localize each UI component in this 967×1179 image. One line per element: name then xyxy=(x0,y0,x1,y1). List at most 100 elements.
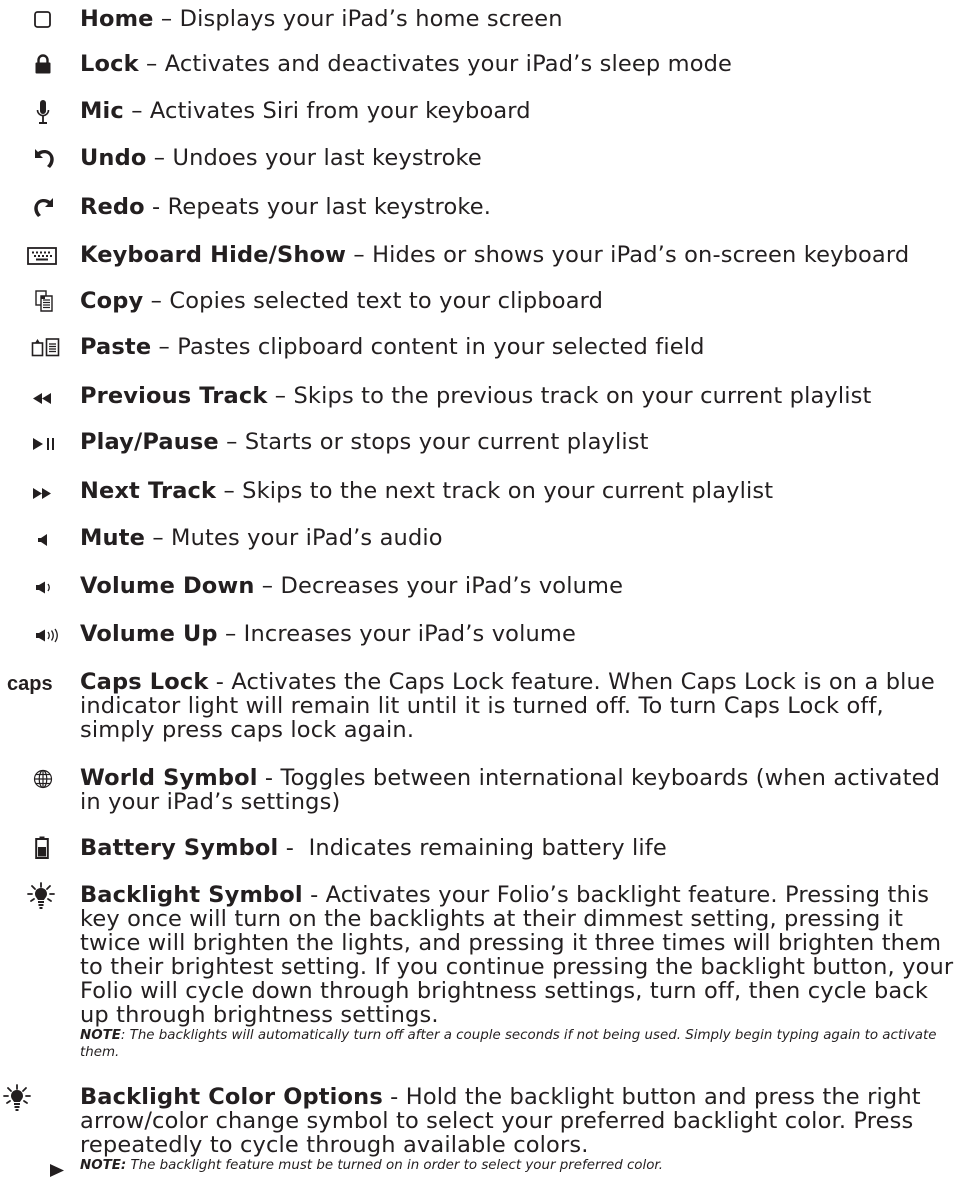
item-separator: – xyxy=(151,334,178,360)
item-text: Mic – Activates Siri from your keyboard xyxy=(80,99,963,123)
globe-icon xyxy=(33,769,53,789)
lock-icon xyxy=(35,54,51,74)
item-text: Keyboard Hide/Show – Hides or shows your… xyxy=(80,243,963,267)
note-text: The backlight feature must be turned on … xyxy=(126,1158,663,1173)
list-item-world-symbol: World Symbol - Toggles between internati… xyxy=(0,766,967,814)
keyboard-icon xyxy=(27,247,57,265)
list-item-volume-up: Volume Up – Increases your iPad’s volume xyxy=(0,622,967,646)
note: NOTE: The backlights will automatically … xyxy=(80,1027,963,1061)
item-name: Previous Track xyxy=(80,383,268,409)
item-name: Home xyxy=(80,6,154,32)
next-track-icon xyxy=(33,488,51,499)
list-item-home: Home – Displays your iPad’s home screen xyxy=(0,7,967,31)
item-separator: – xyxy=(217,621,244,647)
item-description: Mutes your iPad’s audio xyxy=(171,525,443,551)
item-name: Backlight Color Options xyxy=(80,1084,383,1110)
list-item-next-track: Next Track – Skips to the next track on … xyxy=(0,479,967,503)
list-item-battery-symbol: Battery Symbol - Indicates remaining bat… xyxy=(0,836,967,860)
list-item-mute: Mute – Mutes your iPad’s audio xyxy=(0,526,967,550)
item-separator: - xyxy=(208,669,232,695)
item-separator: – xyxy=(153,6,180,32)
item-name: World Symbol xyxy=(80,765,258,791)
note-label: NOTE: xyxy=(80,1158,127,1173)
item-text: Paste – Pastes clipboard content in your… xyxy=(80,335,963,359)
item-text: Battery Symbol - Indicates remaining bat… xyxy=(80,836,963,860)
item-name: Next Track xyxy=(80,478,217,504)
backlight-color-icon xyxy=(3,1084,31,1112)
list-item-paste: Paste – Pastes clipboard content in your… xyxy=(0,335,967,359)
item-description: Undoes your last keystroke xyxy=(172,145,482,171)
item-text: Undo – Undoes your last keystroke xyxy=(80,146,963,170)
list-item-undo: Undo – Undoes your last keystroke xyxy=(0,146,967,170)
item-separator: - xyxy=(278,835,309,861)
list-item-keyboard: Keyboard Hide/Show – Hides or shows your… xyxy=(0,243,967,267)
item-separator: – xyxy=(216,478,243,504)
item-text: Mute – Mutes your iPad’s audio xyxy=(80,526,963,550)
item-description: Displays your iPad’s home screen xyxy=(179,6,563,32)
item-name: Play/Pause xyxy=(80,429,219,455)
battery-icon xyxy=(35,836,49,859)
item-text: Play/Pause – Starts or stops your curren… xyxy=(80,430,963,454)
item-separator: – xyxy=(143,288,170,314)
item-separator: - xyxy=(144,194,168,220)
item-description: Increases your iPad’s volume xyxy=(243,621,576,647)
item-name: Battery Symbol xyxy=(80,835,279,861)
item-text: Previous Track – Skips to the previous t… xyxy=(80,384,963,408)
item-text: Volume Down – Decreases your iPad’s volu… xyxy=(80,574,963,598)
volume-up-icon xyxy=(36,628,60,643)
list-item-previous-track: Previous Track – Skips to the previous t… xyxy=(0,384,967,408)
item-name: Backlight Symbol xyxy=(80,882,303,908)
item-description: Indicates remaining battery life xyxy=(308,835,667,861)
item-separator: – xyxy=(267,383,294,409)
item-text: Backlight Symbol - Activates your Folio’… xyxy=(80,883,963,1061)
mute-icon xyxy=(38,534,48,546)
item-text: World Symbol - Toggles between internati… xyxy=(80,766,963,814)
item-name: Paste xyxy=(80,334,152,360)
item-separator: – xyxy=(146,145,173,171)
copy-icon xyxy=(35,290,53,312)
item-description: Skips to the previous track on your curr… xyxy=(293,383,872,409)
note: NOTE: The backlight feature must be turn… xyxy=(80,1157,963,1174)
item-name: Mic xyxy=(80,98,124,124)
note-text: : The backlights will automatically turn… xyxy=(80,1028,937,1060)
item-name: Caps Lock xyxy=(80,669,209,695)
item-description: Starts or stops your current playlist xyxy=(244,429,649,455)
item-name: Redo xyxy=(80,194,145,220)
item-description: Hides or shows your iPad’s on-screen key… xyxy=(372,242,910,268)
list-item-volume-down: Volume Down – Decreases your iPad’s volu… xyxy=(0,574,967,598)
item-description: Activates and deactivates your iPad’s sl… xyxy=(164,51,733,77)
item-text: Copy – Copies selected text to your clip… xyxy=(80,289,963,313)
item-description: Skips to the next track on your current … xyxy=(242,478,774,504)
item-name: Volume Up xyxy=(80,621,218,647)
item-separator: - xyxy=(382,1084,406,1110)
item-text: Backlight Color Options - Hold the backl… xyxy=(80,1085,963,1174)
item-separator: – xyxy=(254,573,281,599)
item-description: Decreases your iPad’s volume xyxy=(280,573,624,599)
item-separator: – xyxy=(346,242,373,268)
list-item-play-pause: Play/Pause – Starts or stops your curren… xyxy=(0,430,967,454)
item-separator: – xyxy=(218,429,245,455)
paste-icon xyxy=(31,337,61,357)
item-name: Volume Down xyxy=(80,573,255,599)
item-text: Caps Lock - Activates the Caps Lock feat… xyxy=(80,670,963,742)
item-description: Pastes clipboard content in your selecte… xyxy=(177,334,705,360)
volume-down-icon xyxy=(36,581,52,594)
play-pause-icon xyxy=(33,438,55,450)
item-description: Activates Siri from your keyboard xyxy=(149,98,531,124)
item-text: Redo - Repeats your last keystroke. xyxy=(80,195,963,219)
mic-icon xyxy=(36,99,50,125)
item-text: Home – Displays your iPad’s home screen xyxy=(80,7,963,31)
item-name: Keyboard Hide/Show xyxy=(80,242,347,268)
item-separator: – xyxy=(138,51,165,77)
home-square-icon xyxy=(34,11,51,28)
list-item-redo: Redo - Repeats your last keystroke. xyxy=(0,195,967,219)
note-label: NOTE xyxy=(80,1028,121,1043)
item-separator: – xyxy=(145,525,172,551)
list-item-backlight-color-options: Backlight Color Options - Hold the backl… xyxy=(0,1084,967,1179)
caps-icon: caps xyxy=(7,673,53,695)
item-name: Mute xyxy=(80,525,146,551)
backlight-icon xyxy=(27,882,55,910)
item-name: Copy xyxy=(80,288,144,314)
undo-icon xyxy=(33,147,55,169)
item-separator: - xyxy=(257,765,281,791)
